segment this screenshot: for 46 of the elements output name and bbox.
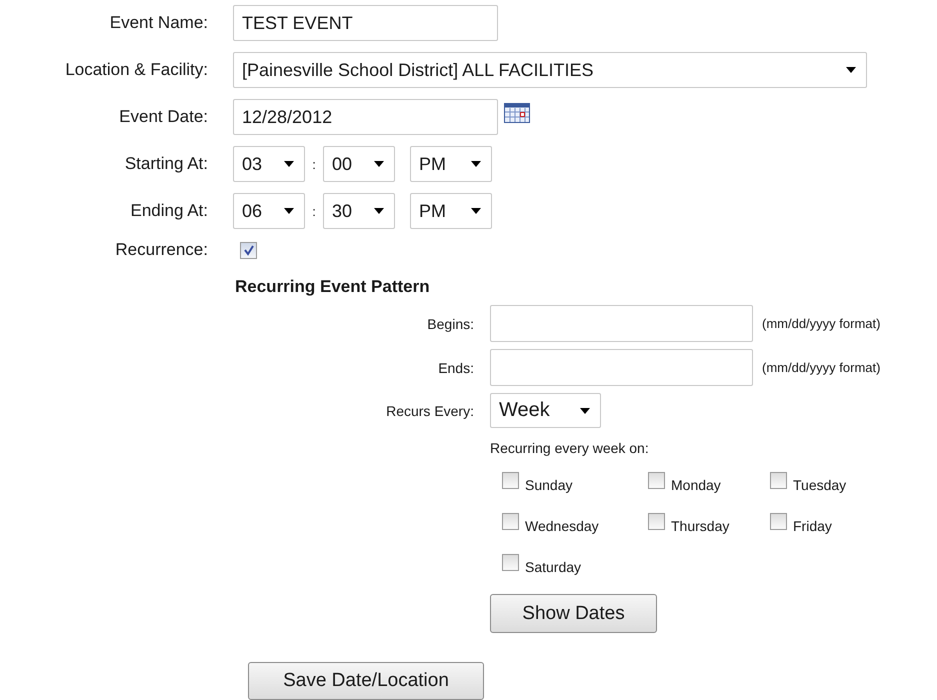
time-separator: : [311, 204, 317, 218]
field-label: Location & Facility: [64, 60, 208, 80]
caret-icon [374, 161, 384, 167]
minute-select[interactable]: 00 [323, 146, 395, 182]
field-label: Recurs Every: [385, 402, 474, 418]
location-select[interactable]: [Painesville School District] ALL FACILITIES [233, 52, 867, 88]
field-label: Event Name: [108, 13, 208, 33]
day-checkbox[interactable]: Saturday [502, 554, 648, 576]
field-label: Ends: [437, 360, 474, 376]
hour-select[interactable]: 06 [233, 193, 305, 229]
date-field[interactable] [490, 305, 753, 342]
caret-icon [580, 408, 590, 414]
show-dates-button[interactable]: Show Dates [490, 594, 657, 633]
field-label: Starting At: [124, 154, 208, 174]
caret-icon [471, 208, 481, 214]
field-label: Ending At: [129, 201, 208, 221]
day-checkbox[interactable]: Monday [648, 472, 770, 494]
days-label: Recurring every week on: [490, 440, 650, 456]
minute-select[interactable]: 30 [323, 193, 395, 229]
save-button[interactable]: Save Date/Location [248, 662, 484, 700]
caret-icon [284, 208, 294, 214]
format-hint: (mm/dd/yyyy format) [762, 316, 880, 331]
event-date-field[interactable]: 12/28/2012 [233, 99, 498, 135]
caret-icon [374, 208, 384, 214]
day-checkbox[interactable]: Sunday [502, 472, 648, 494]
field-label: Event Date: [118, 107, 208, 127]
format-hint: (mm/dd/yyyy format) [762, 360, 880, 375]
field-label: Recurrence: [114, 240, 208, 260]
day-checkbox[interactable]: Tuesday [770, 472, 892, 494]
hour-select[interactable]: 03 [233, 146, 305, 182]
caret-icon [284, 161, 294, 167]
time-separator: : [311, 156, 317, 172]
calendar-icon[interactable] [504, 101, 530, 123]
period-select[interactable]: PM [410, 193, 492, 229]
caret-icon [471, 161, 481, 167]
caret-icon [846, 67, 856, 73]
recurs-every-select[interactable]: Week [490, 393, 601, 428]
day-checkbox[interactable]: Thursday [648, 513, 770, 535]
event-name-field[interactable]: TEST EVENT [233, 5, 498, 41]
period-select[interactable]: PM [410, 146, 492, 182]
section-title: Recurring Event Pattern [235, 277, 431, 298]
field-label: Begins: [426, 316, 474, 332]
recurrence-checkbox[interactable] [240, 242, 257, 258]
day-checkbox[interactable]: Friday [770, 513, 892, 535]
date-field[interactable] [490, 349, 753, 386]
day-checkbox[interactable]: Wednesday [502, 513, 648, 535]
